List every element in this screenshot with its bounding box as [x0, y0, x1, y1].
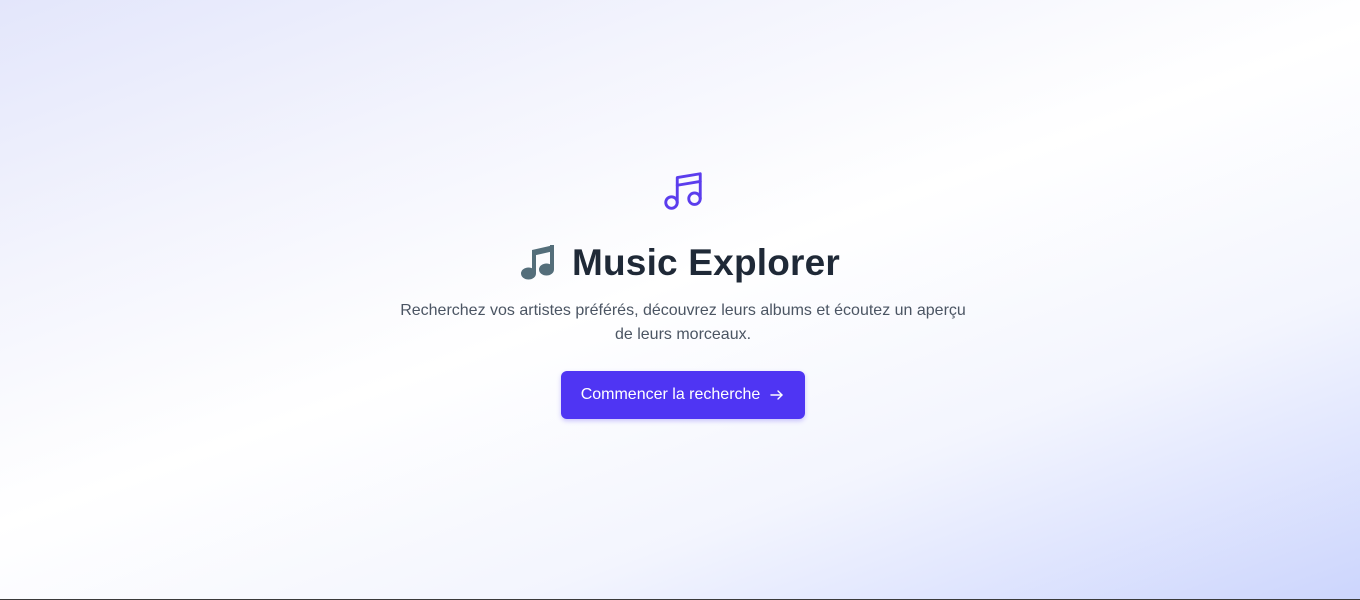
title-text: Music Explorer — [571, 242, 841, 283]
start-search-button[interactable]: Commencer la recherche — [561, 371, 805, 419]
arrow-right-icon — [769, 387, 785, 403]
hero-section: Music Explorer Recherchez vos artistes p… — [0, 0, 1360, 600]
start-search-button-label: Commencer la recherche — [580, 386, 761, 403]
page-title: Music Explorer — [0, 238, 1360, 288]
hero-subtitle: Recherchez vos artistes préférés, découv… — [400, 302, 966, 343]
musical-note-emoji-icon — [518, 242, 560, 284]
music-note-icon — [660, 168, 706, 214]
